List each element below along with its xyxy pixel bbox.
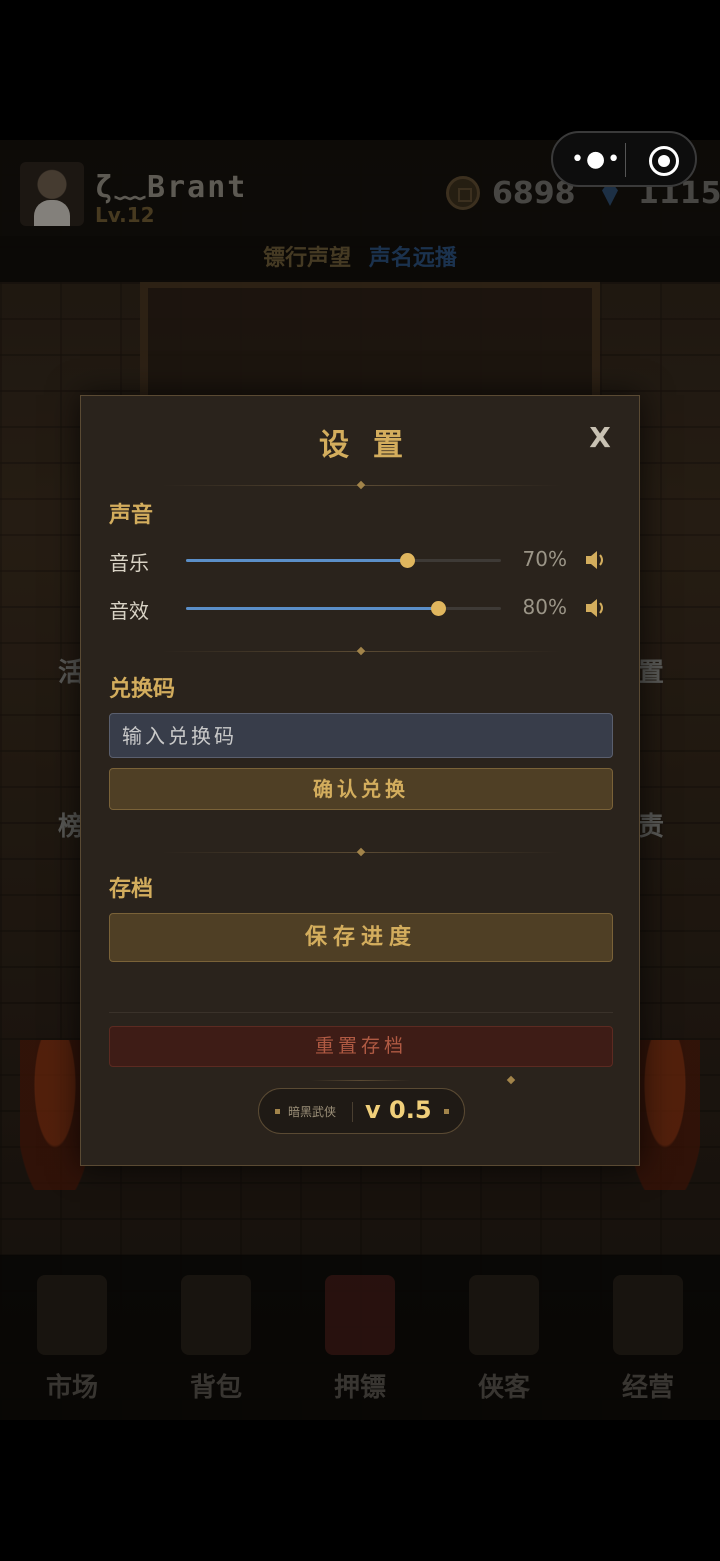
divider (311, 1080, 411, 1081)
speaker-icon[interactable] (584, 597, 606, 619)
save-section-title: 存档 (109, 877, 154, 902)
divider (161, 852, 561, 853)
music-slider[interactable] (186, 553, 501, 568)
divider (161, 485, 561, 486)
reset-save-button[interactable]: 重置存档 (109, 1026, 613, 1067)
version-number: v 0.5 (365, 1096, 432, 1124)
redeem-code-input[interactable] (109, 713, 613, 758)
sfx-slider-fill (186, 607, 438, 610)
ornament-dot (444, 1109, 449, 1114)
sfx-slider[interactable] (186, 601, 501, 616)
music-label: 音乐 (109, 551, 149, 575)
redeem-section-title: 兑换码 (109, 677, 176, 702)
music-percent: 70% (522, 547, 567, 571)
target-circle-icon[interactable] (649, 146, 679, 176)
game-tag: 暗黑武侠 (288, 1105, 337, 1119)
sfx-label: 音效 (109, 599, 149, 623)
version-badge: 暗黑武侠 v 0.5 (258, 1088, 465, 1134)
music-slider-fill (186, 559, 407, 562)
save-progress-button[interactable]: 保存进度 (109, 913, 613, 962)
capsule-divider (625, 143, 626, 177)
ornament-dot (275, 1109, 280, 1114)
music-slider-handle[interactable] (400, 553, 415, 568)
sound-section-title: 声音 (109, 503, 154, 528)
version-divider (352, 1102, 353, 1122)
more-dots-icon[interactable]: •●• (571, 147, 622, 172)
settings-modal: 设置 X 声音 音乐 70% 音效 80% 兑换码 确认兑换 存档 保存进度 重… (80, 395, 640, 1166)
confirm-redeem-button[interactable]: 确认兑换 (109, 768, 613, 810)
divider (109, 1012, 613, 1013)
speaker-icon[interactable] (584, 549, 606, 571)
modal-title: 设置 (319, 428, 427, 463)
sfx-percent: 80% (522, 595, 567, 619)
divider (161, 651, 561, 652)
miniprogram-capsule: •●• (551, 131, 697, 187)
close-button[interactable]: X (582, 420, 618, 456)
sfx-slider-handle[interactable] (431, 601, 446, 616)
